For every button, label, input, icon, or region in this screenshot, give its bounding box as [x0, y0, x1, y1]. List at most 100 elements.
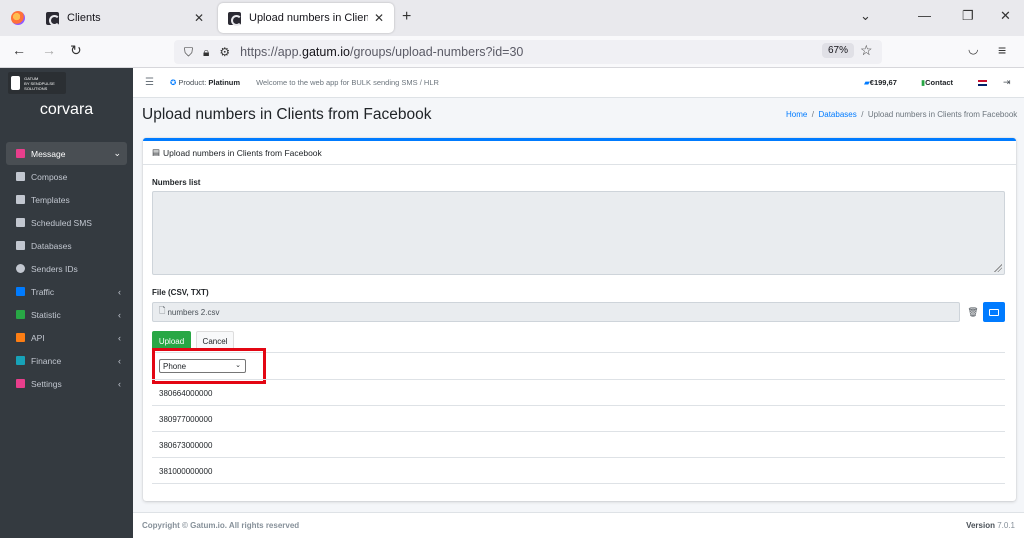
browse-folder-button[interactable] — [983, 302, 1005, 322]
chevron-left-icon: ‹ — [118, 309, 121, 320]
gatum-logo-icon — [11, 76, 21, 90]
sidebar-item-databases[interactable]: Databases — [0, 234, 133, 257]
sidebar-item-label: Settings — [31, 378, 62, 389]
table-divider — [152, 457, 1005, 458]
sidebar-item-compose[interactable]: Compose — [0, 165, 133, 188]
breadcrumb-databases[interactable]: Databases — [818, 110, 856, 119]
logout-icon[interactable]: ⇥ — [1003, 77, 1011, 88]
table-row: 380977000000 — [159, 415, 213, 424]
uk-flag-icon[interactable] — [978, 79, 987, 86]
sidebar-item-label: Databases — [31, 240, 72, 251]
product-indicator[interactable]: ✪ Product: Platinum — [170, 78, 240, 87]
brand-name: corvara — [39, 101, 94, 118]
sidebar-item-label: Scheduled SMS — [31, 217, 92, 228]
gatum-favicon-icon — [46, 11, 60, 26]
balance-link[interactable]: ▰€199,67 — [864, 78, 897, 87]
file-name: numbers 2.csv — [167, 307, 220, 317]
table-divider — [152, 352, 1005, 353]
file-icon: 🗋 — [159, 306, 166, 315]
chevron-left-icon: ‹ — [118, 355, 121, 366]
sidebar-item-label: Finance — [31, 355, 62, 366]
sidebar-item-message[interactable]: Message ⌄ — [6, 142, 127, 165]
table-divider — [152, 431, 1005, 432]
minimize-icon[interactable]: — — [918, 8, 931, 23]
sidebar-item-label: Compose — [31, 171, 68, 182]
chevron-down-icon: ⌄ — [113, 148, 121, 158]
tab-title: Clients — [67, 12, 101, 24]
sidebar-menu: Message ⌄ Compose Templates Scheduled SM… — [0, 142, 133, 395]
url-bar[interactable]: ⛉ 🔒︎ ⚙︎ https://app.gatum.io/groups/uplo… — [174, 40, 882, 64]
table-row: 380664000000 — [159, 389, 213, 398]
close-window-icon[interactable]: ✕ — [1000, 8, 1011, 24]
sidebar-item-finance[interactable]: Finance ‹ — [0, 349, 133, 372]
trash-icon[interactable]: 🗑 — [964, 302, 982, 322]
url-text[interactable]: https://app.gatum.io/groups/upload-numbe… — [240, 45, 523, 59]
numbers-list-textarea[interactable] — [152, 191, 1005, 275]
logo-subtext: BY SENDPULSE SOLUTIONS — [24, 80, 55, 91]
tab-upload-numbers[interactable]: Upload numbers in Clients from Facebook … — [218, 3, 394, 33]
templates-icon — [16, 195, 25, 204]
table-divider — [152, 405, 1005, 406]
sidebar-item-traffic[interactable]: Traffic ‹ — [0, 280, 133, 303]
table-divider — [152, 483, 1005, 484]
shield-icon[interactable]: ⛉ — [184, 45, 193, 60]
traffic-icon — [16, 287, 25, 296]
sidebar-item-api[interactable]: API ‹ — [0, 326, 133, 349]
new-tab-icon[interactable]: + — [402, 8, 411, 26]
sidebar-item-settings[interactable]: Settings ‹ — [0, 372, 133, 395]
breadcrumb: Home / Databases / Upload numbers in Cli… — [786, 110, 1018, 119]
close-tab-icon[interactable]: ✕ — [374, 11, 384, 25]
sidebar-item-label: Message — [31, 148, 66, 159]
sidebar-item-label: Templates — [31, 194, 70, 205]
gatum-logo[interactable]: GATUM BY SENDPULSE SOLUTIONS — [8, 72, 66, 94]
sidebar: GATUM BY SENDPULSE SOLUTIONS corvara Mess… — [0, 68, 133, 538]
database-icon — [16, 241, 25, 250]
lock-icon[interactable]: 🔒︎ — [203, 45, 209, 60]
chevron-left-icon: ‹ — [118, 378, 121, 389]
product-icon: ✪ — [169, 78, 177, 87]
restore-icon[interactable]: ❐ — [962, 8, 974, 24]
menu-icon[interactable]: ≡ — [998, 42, 1006, 58]
browser-tab-bar: Clients ✕ Upload numbers in Clients from… — [0, 0, 1024, 36]
pocket-icon[interactable]: ◡ — [968, 42, 978, 56]
envelope-icon — [16, 172, 25, 181]
file-label: File (CSV, TXT) — [152, 288, 209, 297]
close-tab-icon[interactable]: ✕ — [194, 11, 204, 25]
copyright-text: Copyright © Gatum.io. All rights reserve… — [142, 521, 300, 530]
chevron-left-icon: ‹ — [118, 286, 121, 297]
sidebar-item-label: API — [31, 332, 45, 343]
table-row: 381000000000 — [159, 467, 213, 476]
zoom-level[interactable]: 67% — [822, 43, 855, 58]
breadcrumb-home[interactable]: Home — [786, 110, 807, 119]
reload-icon[interactable]: ↻ — [70, 42, 82, 59]
footer: Copyright © Gatum.io. All rights reserve… — [133, 512, 1024, 538]
chevron-left-icon: ‹ — [118, 332, 121, 343]
tab-clients[interactable]: Clients ✕ — [36, 3, 214, 33]
sidebar-item-label: Statistic — [31, 309, 61, 320]
sidebar-item-senders-ids[interactable]: Senders IDs — [0, 257, 133, 280]
tab-list-chevron-icon[interactable]: ⌄ — [860, 8, 871, 24]
sidebar-item-statistic[interactable]: Statistic ‹ — [0, 303, 133, 326]
tab-title: Upload numbers in Clients from Facebook — [249, 12, 368, 24]
contact-link[interactable]: ▮Contact — [921, 78, 953, 87]
sidebar-item-label: Senders IDs — [31, 263, 78, 274]
file-input[interactable]: 🗋 numbers 2.csv — [152, 302, 960, 322]
page-title: Upload numbers in Clients from Facebook — [142, 106, 432, 123]
numbers-list-label: Numbers list — [152, 178, 201, 187]
card-title: Upload numbers in Clients from Facebook — [163, 147, 322, 158]
chart-icon — [16, 310, 25, 319]
back-icon[interactable]: ← — [12, 42, 26, 58]
firefox-icon[interactable] — [0, 0, 36, 36]
folder-icon — [989, 308, 999, 316]
upload-card: ▤ Upload numbers in Clients from Faceboo… — [143, 138, 1016, 501]
bookmark-star-icon[interactable]: ☆ — [860, 42, 873, 59]
sidebar-item-scheduled-sms[interactable]: Scheduled SMS — [0, 211, 133, 234]
hamburger-icon[interactable]: ☰ — [145, 77, 154, 88]
table-row: 380673000000 — [159, 441, 213, 450]
sidebar-item-templates[interactable]: Templates — [0, 188, 133, 211]
browser-nav-bar: ← → ↻ ⛉ 🔒︎ ⚙︎ https://app.gatum.io/group… — [0, 36, 1024, 68]
users-cog-icon — [16, 379, 25, 388]
message-icon — [16, 149, 25, 158]
permissions-icon[interactable]: ⚙︎ — [219, 45, 230, 59]
forward-icon[interactable]: → — [42, 42, 56, 58]
